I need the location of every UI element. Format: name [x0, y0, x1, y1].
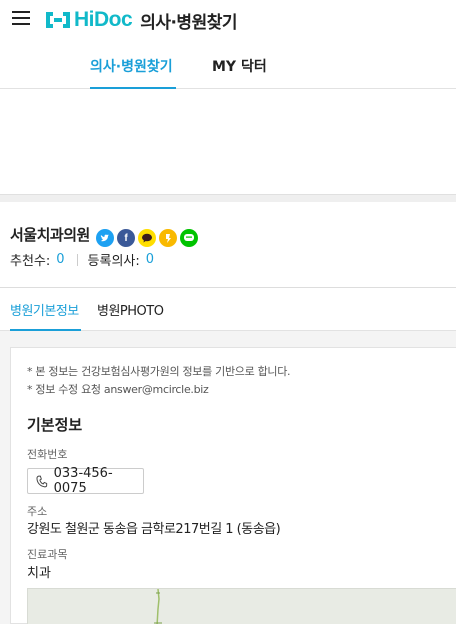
recommend-count: 0 [56, 252, 65, 267]
section-title: 기본정보 [27, 416, 83, 434]
hospital-name: 서울치과의원 [10, 226, 90, 244]
notice-edit-request: * 정보 수정 요청 answer@mcircle.biz [27, 383, 209, 396]
tab-my-doctor[interactable]: MY 닥터 [212, 56, 267, 89]
page-title: 의사·병원찾기 [140, 12, 237, 33]
recommend-label: 추천수: [10, 254, 51, 269]
tab-hospital-photo[interactable]: 병원PHOTO [97, 300, 164, 331]
facebook-icon[interactable]: f [117, 229, 135, 247]
dept-value: 치과 [27, 566, 51, 581]
logo[interactable]: HiDoc 의사·병원찾기 [44, 8, 237, 33]
address-label: 주소 [27, 505, 48, 518]
divider [0, 194, 456, 202]
main-nav: 의사·병원찾기 MY 닥터 [0, 40, 456, 89]
phone-label: 전화번호 [27, 448, 68, 461]
top-bar: HiDoc 의사·병원찾기 [0, 0, 456, 40]
tab-find-doctor[interactable]: 의사·병원찾기 [90, 56, 176, 89]
address-value: 강원도 철원군 동송읍 금학로217번길 1 (동송읍) [27, 522, 281, 537]
hidoc-logo-icon [46, 12, 70, 28]
phone-number: 033-456-0075 [53, 466, 113, 496]
location-map[interactable] [27, 588, 456, 624]
menu-icon[interactable] [12, 11, 30, 27]
ad-space [0, 89, 456, 194]
hospital-header: 서울치과의원 f 추천수: 0 등록의사: 0 [0, 202, 456, 287]
info-card: * 본 정보는 건강보험심사평가원의 정보를 기반으로 합니다. * 정보 수정… [10, 347, 456, 624]
kakaostory-icon[interactable] [159, 229, 177, 247]
phone-icon [36, 475, 48, 487]
line-icon[interactable] [180, 229, 198, 247]
tab-hospital-info[interactable]: 병원기본정보 [10, 300, 81, 331]
doctors-label: 등록의사: [87, 254, 140, 269]
twitter-icon[interactable] [96, 229, 114, 247]
phone-button[interactable]: 033-456-0075 [27, 466, 144, 496]
kakaotalk-icon[interactable] [138, 229, 156, 247]
dept-label: 진료과목 [27, 548, 68, 561]
doctors-count: 0 [145, 252, 155, 267]
share-icons: f [96, 229, 198, 247]
map-roads [154, 589, 162, 624]
stats-separator [76, 253, 78, 266]
hospital-tabs: 병원기본정보 병원PHOTO [0, 288, 456, 331]
notice-source: * 본 정보는 건강보험심사평가원의 정보를 기반으로 합니다. [27, 365, 291, 378]
hospital-stats: 추천수: 0 등록의사: 0 [10, 250, 154, 269]
logo-text: HiDoc [74, 8, 133, 31]
